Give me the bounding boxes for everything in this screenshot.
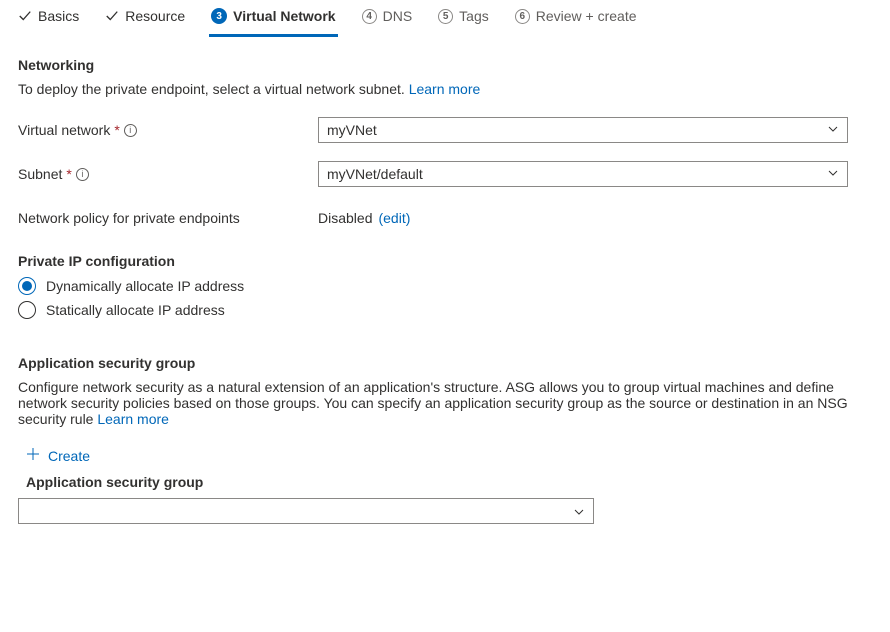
section-title-ipconfig: Private IP configuration	[18, 253, 872, 269]
virtual-network-select[interactable]: myVNet	[318, 117, 848, 143]
edit-link[interactable]: (edit)	[378, 210, 410, 226]
tab-dns[interactable]: 4 DNS	[360, 8, 415, 37]
learn-more-link[interactable]: Learn more	[97, 411, 169, 427]
wizard-tabs: Basics Resource 3 Virtual Network 4 DNS …	[0, 0, 890, 37]
step-number-icon: 4	[362, 9, 377, 24]
step-number-icon: 3	[211, 8, 227, 24]
radio-icon	[18, 277, 36, 295]
required-asterisk: *	[114, 122, 119, 138]
create-asg-button[interactable]: Create	[18, 441, 98, 470]
chevron-down-icon	[573, 505, 585, 521]
learn-more-link[interactable]: Learn more	[409, 81, 481, 97]
checkmark-icon	[18, 9, 32, 23]
radio-dynamic-ip[interactable]: Dynamically allocate IP address	[18, 277, 872, 295]
radio-label: Dynamically allocate IP address	[46, 278, 244, 294]
tab-label: Resource	[125, 8, 185, 24]
tab-label: Review + create	[536, 8, 637, 24]
plus-icon	[26, 447, 40, 464]
radio-icon	[18, 301, 36, 319]
chevron-down-icon	[827, 166, 839, 182]
asg-field-label: Application security group	[26, 474, 872, 490]
create-label: Create	[48, 448, 90, 464]
tab-label: Basics	[38, 8, 79, 24]
subnet-label: Subnet * i	[18, 166, 318, 182]
section-title-asg: Application security group	[18, 355, 872, 371]
tab-review-create[interactable]: 6 Review + create	[513, 8, 639, 37]
subnet-select[interactable]: myVNet/default	[318, 161, 848, 187]
select-value: myVNet	[327, 122, 377, 138]
step-number-icon: 5	[438, 9, 453, 24]
required-asterisk: *	[66, 166, 71, 182]
asg-select[interactable]	[18, 498, 594, 524]
select-value: myVNet/default	[327, 166, 423, 182]
radio-label: Statically allocate IP address	[46, 302, 225, 318]
tab-label: Tags	[459, 8, 489, 24]
tab-basics[interactable]: Basics	[16, 8, 81, 37]
chevron-down-icon	[827, 122, 839, 138]
section-title-networking: Networking	[18, 57, 872, 73]
tab-resource[interactable]: Resource	[103, 8, 187, 37]
tab-virtual-network[interactable]: 3 Virtual Network	[209, 8, 337, 37]
tab-label: DNS	[383, 8, 413, 24]
radio-static-ip[interactable]: Statically allocate IP address	[18, 301, 872, 319]
step-number-icon: 6	[515, 9, 530, 24]
network-policy-label: Network policy for private endpoints	[18, 210, 318, 226]
network-policy-value: Disabled (edit)	[318, 210, 410, 226]
asg-description: Configure network security as a natural …	[18, 379, 872, 427]
checkmark-icon	[105, 9, 119, 23]
info-icon[interactable]: i	[76, 168, 89, 181]
virtual-network-label: Virtual network * i	[18, 122, 318, 138]
tab-label: Virtual Network	[233, 8, 335, 24]
info-icon[interactable]: i	[124, 124, 137, 137]
tab-tags[interactable]: 5 Tags	[436, 8, 491, 37]
networking-description: To deploy the private endpoint, select a…	[18, 81, 872, 97]
